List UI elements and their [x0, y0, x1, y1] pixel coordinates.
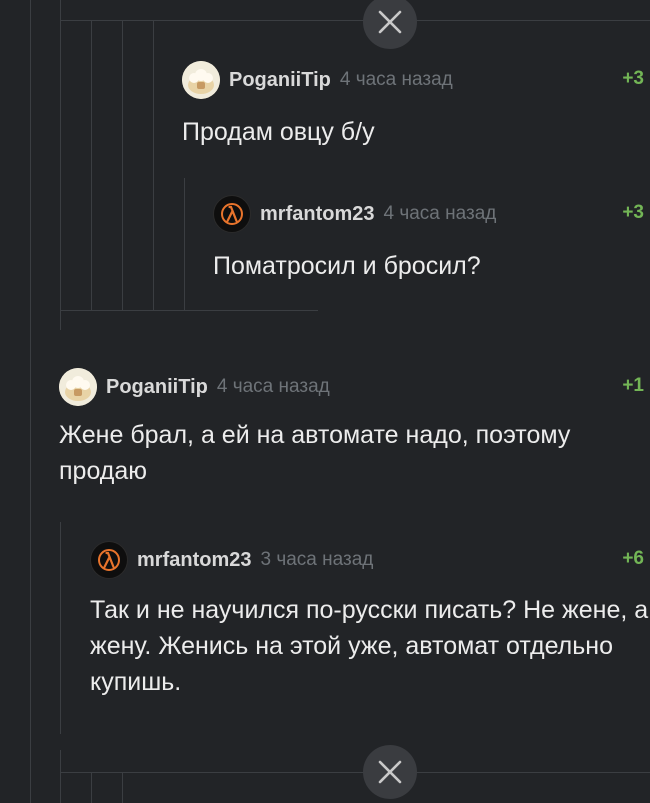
collapse-thread-button[interactable]	[363, 0, 417, 49]
comment-text: Продам овцу б/у	[182, 118, 375, 146]
comment-header: PoganiiTip 4 часа назад +1	[59, 365, 644, 409]
comment-rating: +3	[622, 202, 644, 223]
comment-time: 3 часа назад	[260, 549, 374, 570]
thread-line	[60, 522, 61, 734]
collapse-thread-button[interactable]	[363, 745, 417, 799]
comment-author[interactable]: mrfantom23	[137, 549, 251, 572]
comment-time: 4 часа назад	[339, 69, 453, 90]
close-icon	[378, 10, 402, 34]
comment-rating: +3	[622, 68, 644, 89]
comment-time: 4 часа назад	[383, 203, 497, 224]
avatar[interactable]	[59, 368, 97, 406]
close-icon	[378, 760, 402, 784]
avatar[interactable]	[213, 195, 251, 233]
half-life-lambda-icon	[98, 549, 120, 571]
comment-author[interactable]: PoganiiTip	[229, 69, 331, 92]
comment-author[interactable]: PoganiiTip	[106, 376, 208, 399]
sheep-avatar-icon	[59, 368, 97, 406]
thread-line	[416, 772, 650, 773]
thread-line	[416, 20, 650, 21]
thread-line	[122, 772, 123, 803]
thread-line	[122, 20, 123, 310]
thread-line	[91, 772, 92, 803]
comment-rating: +1	[622, 375, 644, 396]
avatar[interactable]	[182, 61, 220, 99]
thread-line	[30, 0, 31, 803]
sheep-avatar-icon	[182, 61, 220, 99]
thread-line	[60, 20, 365, 21]
comment-header: mrfantom23 3 часа назад +6	[90, 538, 644, 582]
thread-line	[91, 20, 92, 310]
thread-line	[60, 772, 365, 773]
thread-line	[60, 310, 318, 311]
thread-line	[60, 0, 61, 330]
comment-header: mrfantom23 4 часа назад +3	[213, 192, 644, 236]
thread-line	[184, 178, 185, 310]
comment-text: Жене брал, а ей на автомате надо, поэтом…	[59, 421, 571, 485]
comment-rating: +6	[622, 548, 644, 569]
comment: mrfantom23 3 часа назад +6 Так и не науч…	[90, 538, 648, 700]
comment-author[interactable]: mrfantom23	[260, 203, 374, 226]
comment-text: Так и не научился по-русски писать? Не ж…	[90, 596, 649, 696]
comment: mrfantom23 4 часа назад +3 Поматросил и …	[213, 192, 644, 284]
comment-header: PoganiiTip 4 часа назад +3	[182, 58, 644, 102]
comment-text: Поматросил и бросил?	[213, 252, 481, 280]
thread-line	[60, 750, 61, 803]
comment-time: 4 часа назад	[216, 376, 330, 397]
comment: PoganiiTip 4 часа назад +3 Продам овцу б…	[182, 58, 644, 150]
comment: PoganiiTip 4 часа назад +1 Жене брал, а …	[59, 365, 644, 489]
thread-line	[153, 20, 154, 310]
half-life-lambda-icon	[221, 203, 243, 225]
avatar[interactable]	[90, 541, 128, 579]
